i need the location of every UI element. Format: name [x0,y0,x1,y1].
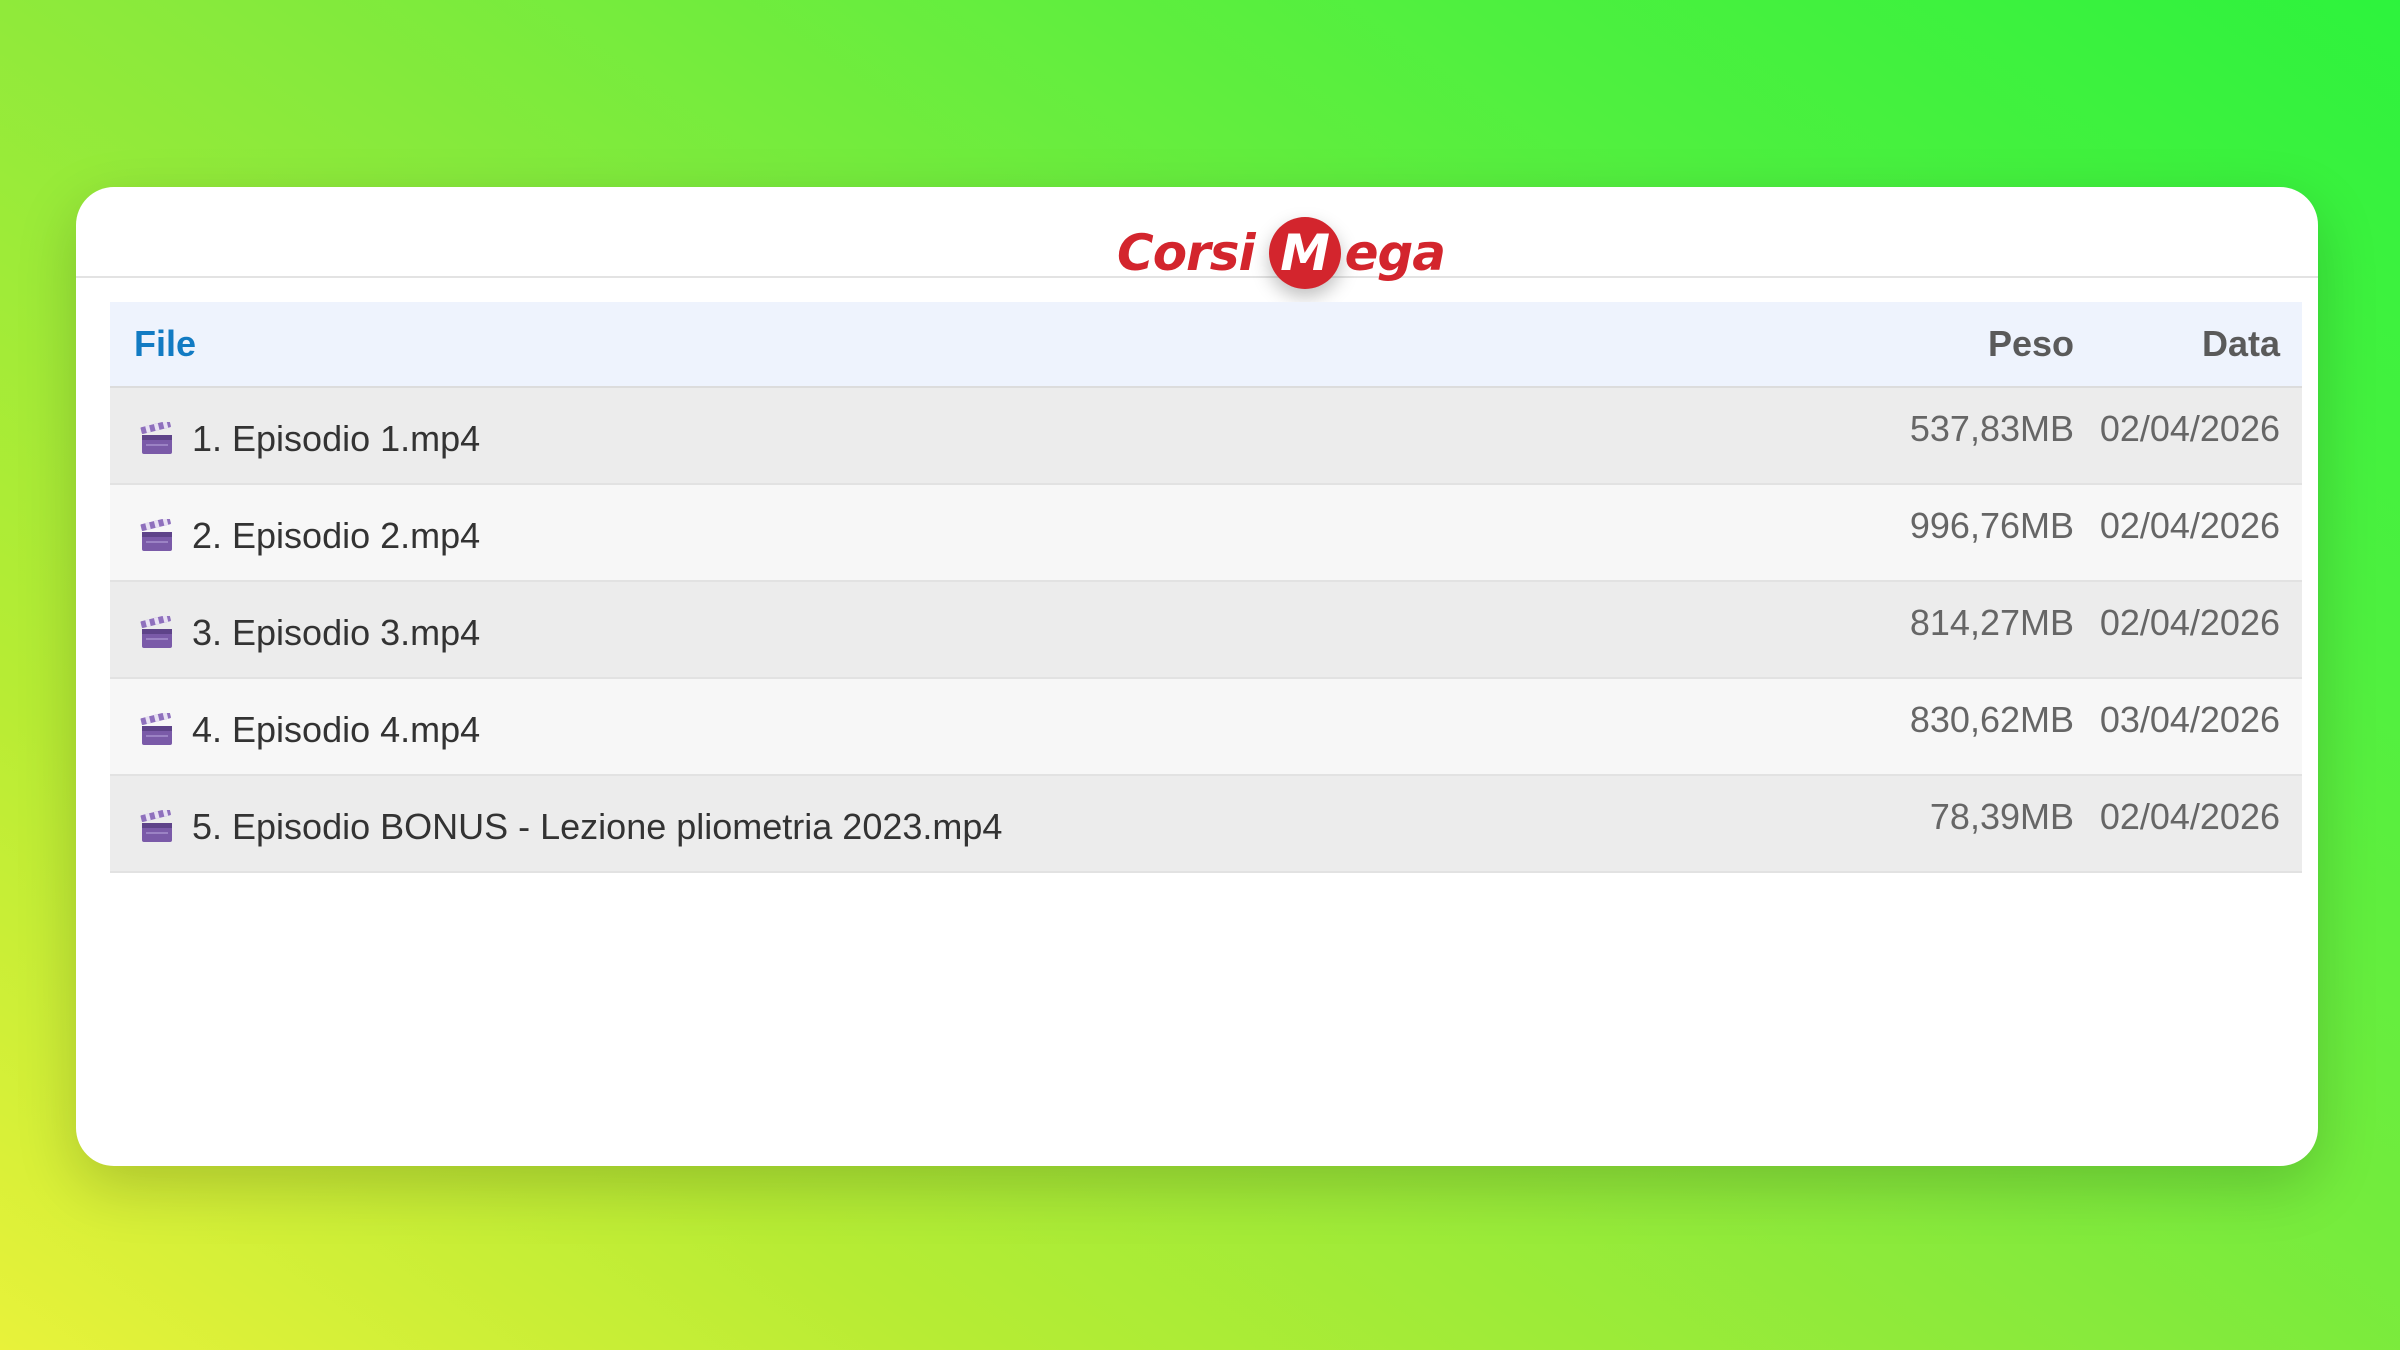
table-row[interactable]: 3. Episodio 3.mp4 814,27MB 02/04/2026 [110,582,2302,679]
file-name-link[interactable]: 3. Episodio 3.mp4 [192,612,480,654]
file-list-card: Corsi M ega File Peso Data 1. Episodio 1… [76,187,2318,1166]
file-size: 830,62MB [1909,699,2074,740]
file-name-link[interactable]: 1. Episodio 1.mp4 [192,418,480,460]
file-cell: 1. Episodio 1.mp4 [110,412,1846,460]
table-row[interactable]: 5. Episodio BONUS - Lezione pliometria 2… [110,776,2302,873]
corsimega-logo[interactable]: Corsi M ega [1117,217,1446,289]
file-size: 814,27MB [1909,602,2074,643]
card-header: Corsi M ega [76,187,2318,289]
column-header-size[interactable]: Peso [1846,323,2074,365]
file-date: 02/04/2026 [2099,796,2280,837]
logo-text-left: Corsi [1117,224,1256,282]
file-name-link[interactable]: 2. Episodio 2.mp4 [192,515,480,557]
table-row[interactable]: 4. Episodio 4.mp4 830,62MB 03/04/2026 [110,679,2302,776]
clapperboard-icon [140,516,174,553]
file-cell: 5. Episodio BONUS - Lezione pliometria 2… [110,800,1846,848]
logo-text-right: ega [1344,224,1446,282]
logo-badge-letter: M [1280,224,1330,282]
file-size: 537,83MB [1909,408,2074,449]
table-body: 1. Episodio 1.mp4 537,83MB 02/04/2026 2.… [110,388,2302,873]
clapperboard-icon [140,419,174,456]
file-cell: 2. Episodio 2.mp4 [110,509,1846,557]
file-size: 78,39MB [1929,796,2074,837]
file-name-link[interactable]: 5. Episodio BONUS - Lezione pliometria 2… [192,806,1002,848]
file-name-link[interactable]: 4. Episodio 4.mp4 [192,709,480,751]
logo-badge: M [1268,217,1341,289]
table-header: File Peso Data [110,302,2302,388]
clapperboard-icon [140,807,174,844]
file-size: 996,76MB [1909,505,2074,546]
file-date: 02/04/2026 [2099,408,2280,449]
file-date: 02/04/2026 [2099,505,2280,546]
clapperboard-icon [140,613,174,650]
table-row[interactable]: 2. Episodio 2.mp4 996,76MB 02/04/2026 [110,485,2302,582]
file-date: 03/04/2026 [2099,699,2280,740]
files-table: File Peso Data 1. Episodio 1.mp4 537,83M… [110,302,2302,873]
column-header-file[interactable]: File [110,323,1846,365]
column-header-date[interactable]: Data [2074,323,2302,365]
clapperboard-icon [140,710,174,747]
file-cell: 3. Episodio 3.mp4 [110,606,1846,654]
table-row[interactable]: 1. Episodio 1.mp4 537,83MB 02/04/2026 [110,388,2302,485]
file-date: 02/04/2026 [2099,602,2280,643]
file-cell: 4. Episodio 4.mp4 [110,703,1846,751]
